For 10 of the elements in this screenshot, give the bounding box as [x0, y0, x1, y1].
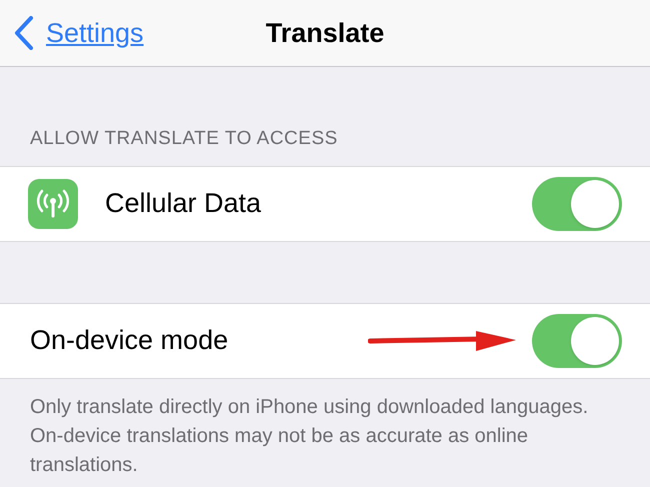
- toggle-switch[interactable]: [532, 176, 622, 230]
- chevron-left-icon: [14, 16, 34, 50]
- row-label: On-device mode: [30, 324, 228, 358]
- footer-note: Only translate directly on iPhone using downloaded languages. On-device translations may not be as accurate as online translations.: [29, 394, 590, 478]
- toggle-switch[interactable]: [532, 314, 622, 368]
- section-header: ALLOW TRANSLATE TO ACCESS: [30, 128, 338, 149]
- page-title: Translate: [266, 16, 384, 50]
- antenna-icon: [28, 178, 78, 228]
- row-label: Cellular Data: [105, 187, 262, 220]
- back-link[interactable]: Settings: [14, 12, 144, 54]
